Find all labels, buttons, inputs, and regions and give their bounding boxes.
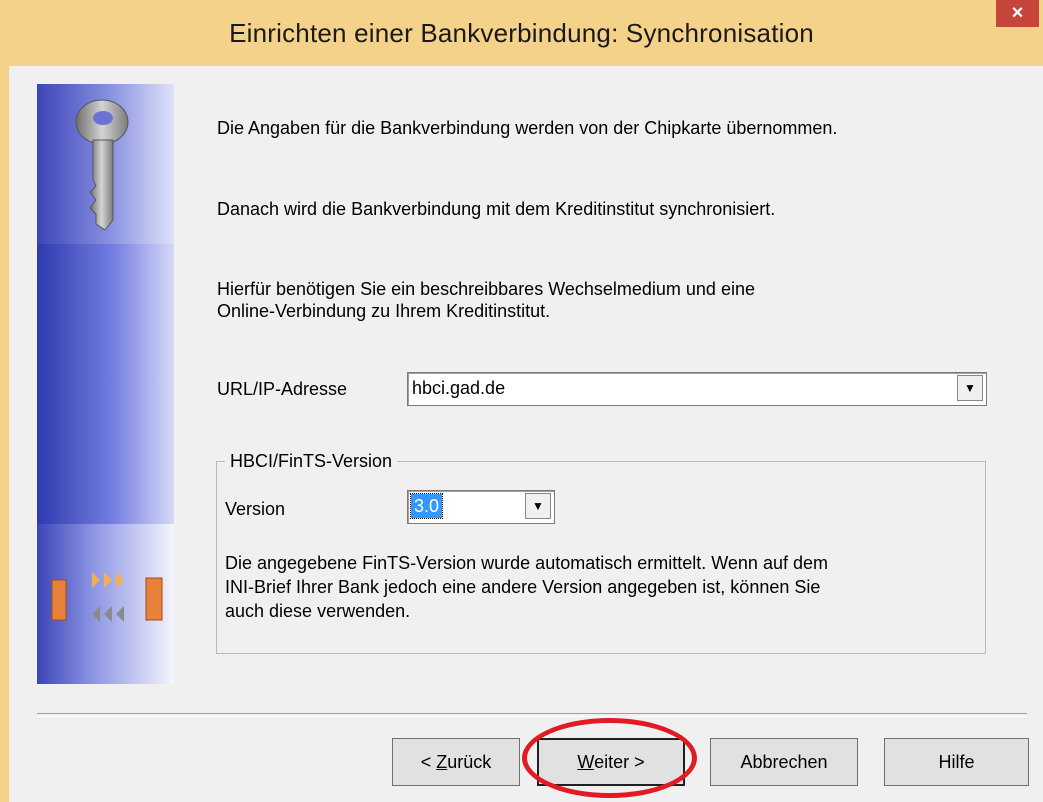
intro-text-line-1: Die Angaben für die Bankverbindung werde… bbox=[217, 118, 838, 138]
separator bbox=[37, 713, 1027, 717]
next-button[interactable]: Weiter > bbox=[537, 738, 685, 786]
chevron-down-icon[interactable]: ▼ bbox=[525, 493, 551, 519]
banner-middle bbox=[37, 244, 174, 524]
sync-arrows-icon bbox=[51, 572, 163, 622]
intro-text-line-2: Danach wird die Bankverbindung mit dem K… bbox=[217, 199, 776, 219]
intro-text-line-3a: Hierfür benötigen Sie ein beschreibbares… bbox=[217, 279, 755, 299]
version-label: Version bbox=[225, 499, 286, 519]
close-button[interactable]: × bbox=[996, 0, 1039, 27]
url-label: URL/IP-Adresse bbox=[217, 379, 348, 399]
back-button[interactable]: < Zurück bbox=[392, 738, 520, 786]
chevron-down-icon[interactable]: ▼ bbox=[957, 375, 983, 401]
intro-text-line-3b: Online-Verbindung zu Ihrem Kreditinstitu… bbox=[217, 301, 551, 321]
version-group-title: HBCI/FinTS-Version bbox=[225, 450, 398, 472]
help-button[interactable]: Hilfe bbox=[884, 738, 1029, 786]
window-frame bbox=[0, 66, 9, 802]
url-combobox[interactable]: hbci.gad.de ▼ bbox=[407, 372, 987, 406]
cancel-button[interactable]: Abbrechen bbox=[710, 738, 858, 786]
key-icon bbox=[75, 99, 129, 231]
window-title: Einrichten einer Bankverbindung: Synchro… bbox=[229, 18, 814, 48]
version-note-line-1: Die angegebene FinTS-Version wurde autom… bbox=[225, 553, 828, 573]
version-value[interactable]: 3.0 bbox=[409, 493, 444, 519]
version-note-line-3: auch diese verwenden. bbox=[225, 601, 411, 621]
url-value[interactable]: hbci.gad.de bbox=[412, 373, 505, 403]
version-combobox[interactable]: 3.0 ▼ bbox=[407, 490, 555, 524]
version-note-line-2: INI-Brief Ihrer Bank jedoch eine andere … bbox=[225, 577, 821, 597]
